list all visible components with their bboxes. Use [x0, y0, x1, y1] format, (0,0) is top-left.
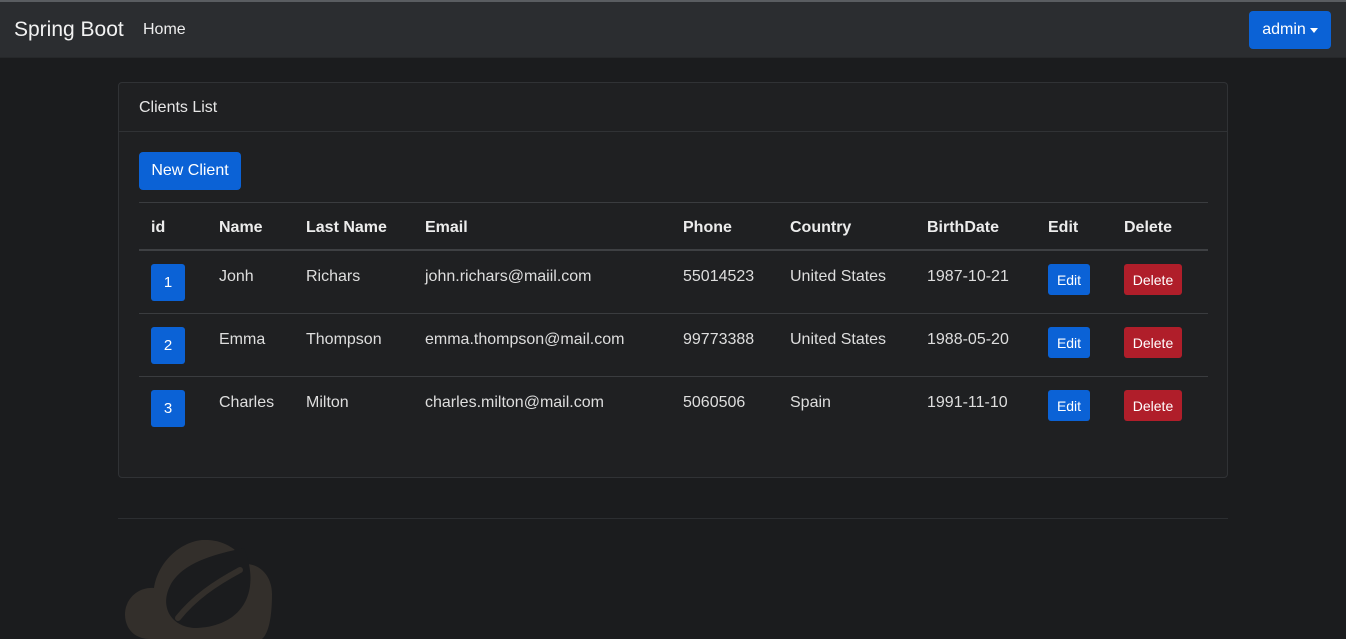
client-name: Jonh: [219, 268, 254, 285]
table-row: 2 Emma Thompson emma.thompson@mail.com 9…: [139, 314, 1208, 377]
client-last-name: Thompson: [306, 331, 382, 348]
table-row: 3 Charles Milton charles.milton@mail.com…: [139, 377, 1208, 440]
delete-button[interactable]: Delete: [1124, 390, 1182, 421]
client-last-name: Richars: [306, 268, 361, 285]
header-birthdate: BirthDate: [927, 219, 1000, 236]
header-phone: Phone: [683, 219, 732, 236]
client-phone: 55014523: [683, 268, 755, 285]
delete-button[interactable]: Delete: [1124, 327, 1182, 358]
spring-leaf-cloud-logo-icon: [125, 540, 272, 639]
client-email: charles.milton@mail.com: [425, 394, 604, 411]
top-navbar: Spring Boot Home admin: [0, 0, 1346, 58]
client-country: United States: [790, 331, 887, 348]
header-email: Email: [425, 219, 468, 236]
header-name: Name: [219, 219, 263, 236]
client-name: Charles: [219, 394, 275, 411]
client-name: Emma: [219, 331, 266, 348]
clients-card: Clients List New Client id Name Last Nam…: [118, 82, 1228, 478]
header-last-name: Last Name: [306, 219, 387, 236]
brand-title[interactable]: Spring Boot: [14, 18, 124, 42]
user-dropdown-button[interactable]: admin: [1249, 11, 1331, 49]
client-id-button[interactable]: 3: [151, 390, 185, 427]
client-birthdate: 1991-11-10: [927, 394, 1008, 411]
header-id: id: [151, 219, 166, 236]
user-dropdown-label: admin: [1262, 21, 1306, 38]
table-header-row: id Name Last Name Email Phone Country Bi…: [139, 202, 1208, 251]
table-row: 1 Jonh Richars john.richars@maiil.com 55…: [139, 251, 1208, 314]
clients-table: id Name Last Name Email Phone Country Bi…: [139, 202, 1208, 440]
caret-down-icon: [1309, 28, 1318, 33]
client-last-name: Milton: [306, 394, 349, 411]
client-email: john.richars@maiil.com: [425, 268, 592, 285]
client-birthdate: 1987-10-21: [927, 268, 1009, 285]
client-phone: 99773388: [683, 331, 755, 348]
client-id-button[interactable]: 1: [151, 264, 185, 301]
client-email: emma.thompson@mail.com: [425, 331, 625, 348]
client-id-button[interactable]: 2: [151, 327, 185, 364]
header-country: Country: [790, 219, 852, 236]
client-birthdate: 1988-05-20: [927, 331, 1009, 348]
header-delete: Delete: [1124, 219, 1173, 236]
card-title: Clients List: [119, 83, 1227, 132]
delete-button[interactable]: Delete: [1124, 264, 1182, 295]
edit-button[interactable]: Edit: [1048, 390, 1090, 421]
nav-link-home[interactable]: Home: [143, 21, 186, 39]
new-client-button[interactable]: New Client: [139, 152, 241, 190]
client-phone: 5060506: [683, 394, 746, 411]
client-country: Spain: [790, 394, 831, 411]
edit-button[interactable]: Edit: [1048, 264, 1090, 295]
client-country: United States: [790, 268, 887, 285]
header-edit: Edit: [1048, 219, 1079, 236]
footer-divider: [118, 518, 1228, 519]
edit-button[interactable]: Edit: [1048, 327, 1090, 358]
